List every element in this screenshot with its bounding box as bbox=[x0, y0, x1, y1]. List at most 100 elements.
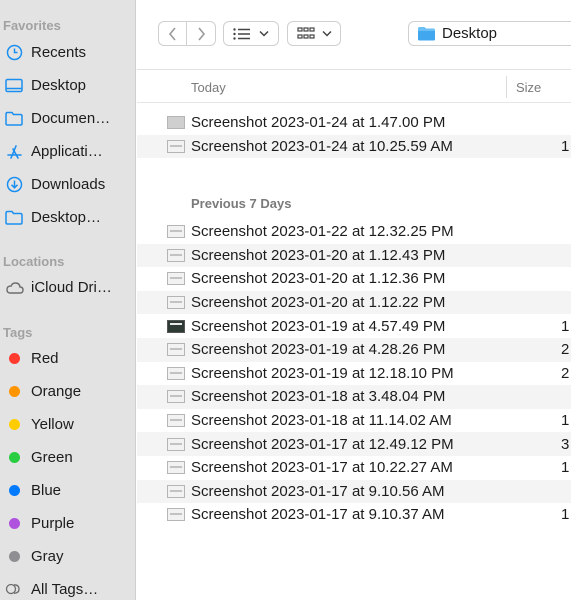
file-thumbnail-icon bbox=[167, 248, 185, 262]
sidebar-item-label: Desktop bbox=[31, 76, 87, 94]
list-view-icon bbox=[233, 27, 250, 40]
file-row[interactable]: Screenshot 2023-01-20 at 1.12.43 PM bbox=[137, 243, 571, 268]
sidebar-item-tag-green[interactable]: Green bbox=[0, 444, 135, 470]
sidebar-item-label: Red bbox=[31, 349, 59, 367]
sidebar-item-label: Applicati… bbox=[31, 142, 103, 160]
file-row[interactable]: Screenshot 2023-01-19 at 12.18.10 PM 2 bbox=[137, 362, 571, 386]
file-thumbnail-icon bbox=[167, 437, 185, 451]
file-size: 3 bbox=[561, 435, 570, 453]
file-row[interactable]: Screenshot 2023-01-18 at 11.14.02 AM 1 bbox=[137, 409, 571, 433]
file-row[interactable]: Screenshot 2023-01-20 at 1.12.22 PM bbox=[137, 290, 571, 315]
file-name: Screenshot 2023-01-17 at 12.49.12 PM bbox=[191, 435, 454, 453]
locations-header: Locations bbox=[3, 254, 65, 269]
sidebar-item-label: iCloud Dri… bbox=[31, 278, 112, 296]
sidebar-item-tag-gray[interactable]: Gray bbox=[0, 543, 135, 569]
file-thumbnail-icon bbox=[167, 366, 185, 380]
file-row[interactable]: Screenshot 2023-01-19 at 4.28.26 PM 2 bbox=[137, 338, 571, 362]
file-thumbnail-icon bbox=[167, 343, 185, 357]
sidebar-item-desktop[interactable]: Desktop bbox=[0, 72, 135, 98]
file-thumbnail-icon bbox=[167, 461, 185, 475]
file-thumbnail-icon bbox=[167, 390, 185, 404]
chevron-left-icon bbox=[168, 26, 176, 41]
grid-icon bbox=[296, 27, 315, 39]
chevron-right-icon bbox=[197, 26, 205, 41]
file-name: Screenshot 2023-01-22 at 12.32.25 PM bbox=[191, 223, 454, 241]
file-name: Screenshot 2023-01-20 at 1.12.43 PM bbox=[191, 246, 446, 264]
sidebar-item-documents[interactable]: Documen… bbox=[0, 105, 135, 131]
tag-dot-icon bbox=[0, 418, 28, 430]
tag-color-dot bbox=[8, 550, 20, 562]
file-thumbnail-icon bbox=[167, 508, 185, 522]
back-button[interactable] bbox=[159, 22, 188, 45]
tag-dot-icon bbox=[0, 451, 28, 463]
file-row[interactable]: Screenshot 2023-01-20 at 1.12.36 PM bbox=[137, 267, 571, 291]
sidebar-item-tag-red[interactable]: Red bbox=[0, 345, 135, 371]
favorites-header: Favorites bbox=[3, 18, 61, 33]
back-forward-buttons bbox=[158, 21, 216, 46]
file-row[interactable]: Screenshot 2023-01-17 at 9.10.37 AM 1 bbox=[137, 503, 571, 527]
file-row[interactable]: Screenshot 2023-01-24 at 10.25.59 AM 1 bbox=[137, 134, 571, 159]
file-name: Screenshot 2023-01-18 at 11.14.02 AM bbox=[191, 412, 452, 430]
clock-icon bbox=[0, 44, 28, 61]
tag-color-dot bbox=[8, 484, 20, 496]
sidebar-item-tag-blue[interactable]: Blue bbox=[0, 477, 135, 503]
tag-dot-icon bbox=[0, 385, 28, 397]
sidebar-item-icloud[interactable]: iCloud Dri… bbox=[0, 274, 135, 300]
sidebar-item-label: Green bbox=[31, 448, 73, 466]
sidebar-item-label: Documen… bbox=[31, 109, 111, 127]
file-thumbnail-icon bbox=[167, 296, 185, 310]
file-name: Screenshot 2023-01-19 at 4.57.49 PM bbox=[191, 317, 446, 335]
tag-color-dot bbox=[8, 352, 20, 364]
applications-icon bbox=[0, 143, 28, 160]
file-name: Screenshot 2023-01-24 at 1.47.00 PM bbox=[191, 114, 446, 132]
file-size: 1 bbox=[561, 506, 570, 524]
sidebar-item-applications[interactable]: Applicati… bbox=[0, 138, 135, 164]
column-size-header[interactable]: Size bbox=[516, 80, 541, 95]
sidebar-item-tag-purple[interactable]: Purple bbox=[0, 510, 135, 536]
view-mode-button[interactable] bbox=[223, 21, 279, 46]
group-by-button[interactable] bbox=[287, 21, 341, 46]
file-row[interactable]: Screenshot 2023-01-19 at 4.57.49 PM 1 bbox=[137, 314, 571, 338]
forward-button[interactable] bbox=[187, 22, 215, 45]
sidebar-item-recents[interactable]: Recents bbox=[0, 39, 135, 65]
sidebar-item-desktop-folder[interactable]: Desktop… bbox=[0, 204, 135, 230]
file-thumbnail-icon bbox=[167, 225, 185, 239]
sidebar-item-label: Desktop… bbox=[31, 208, 102, 226]
column-divider[interactable] bbox=[506, 76, 507, 98]
file-size: 2 bbox=[561, 341, 570, 359]
file-row[interactable]: Screenshot 2023-01-22 at 12.32.25 PM bbox=[137, 220, 571, 244]
tags-header: Tags bbox=[3, 325, 33, 340]
tag-dot-icon bbox=[0, 352, 28, 364]
file-list: Screenshot 2023-01-24 at 1.47.00 PM Scree… bbox=[137, 103, 571, 600]
file-thumbnail-icon bbox=[167, 319, 185, 333]
file-row[interactable]: Screenshot 2023-01-18 at 3.48.04 PM bbox=[137, 385, 571, 409]
column-header: Today Size bbox=[137, 71, 571, 103]
file-thumbnail-icon bbox=[167, 484, 185, 498]
file-size: 1 bbox=[561, 412, 570, 430]
tag-color-dot bbox=[8, 517, 20, 529]
tag-dot-icon bbox=[0, 517, 28, 529]
sidebar-item-all-tags[interactable]: All Tags… bbox=[0, 576, 135, 600]
folder-icon bbox=[418, 27, 435, 41]
tags-icon bbox=[0, 583, 28, 595]
cloud-icon bbox=[0, 281, 28, 294]
location-popup[interactable]: Desktop bbox=[408, 21, 571, 46]
tag-dot-icon bbox=[0, 550, 28, 562]
file-row[interactable]: Screenshot 2023-01-24 at 1.47.00 PM bbox=[137, 111, 571, 135]
folder-icon bbox=[0, 111, 28, 126]
file-row[interactable]: Screenshot 2023-01-17 at 12.49.12 PM 3 bbox=[137, 432, 571, 456]
sidebar-item-tag-yellow[interactable]: Yellow bbox=[0, 411, 135, 437]
column-name-header[interactable]: Today bbox=[191, 80, 226, 95]
tag-color-dot bbox=[8, 385, 20, 397]
file-name: Screenshot 2023-01-24 at 10.25.59 AM bbox=[191, 137, 453, 155]
sidebar-item-tag-orange[interactable]: Orange bbox=[0, 378, 135, 404]
location-label: Desktop bbox=[442, 25, 498, 42]
file-row[interactable]: Screenshot 2023-01-17 at 10.22.27 AM 1 bbox=[137, 456, 571, 480]
file-name: Screenshot 2023-01-17 at 9.10.56 AM bbox=[191, 482, 445, 500]
tag-dot-icon bbox=[0, 484, 28, 496]
file-thumbnail-icon bbox=[167, 139, 185, 153]
sidebar-item-label: Orange bbox=[31, 382, 82, 400]
chevron-down-icon bbox=[321, 30, 332, 37]
sidebar-item-downloads[interactable]: Downloads bbox=[0, 171, 135, 197]
file-row[interactable]: Screenshot 2023-01-17 at 9.10.56 AM bbox=[137, 479, 571, 504]
